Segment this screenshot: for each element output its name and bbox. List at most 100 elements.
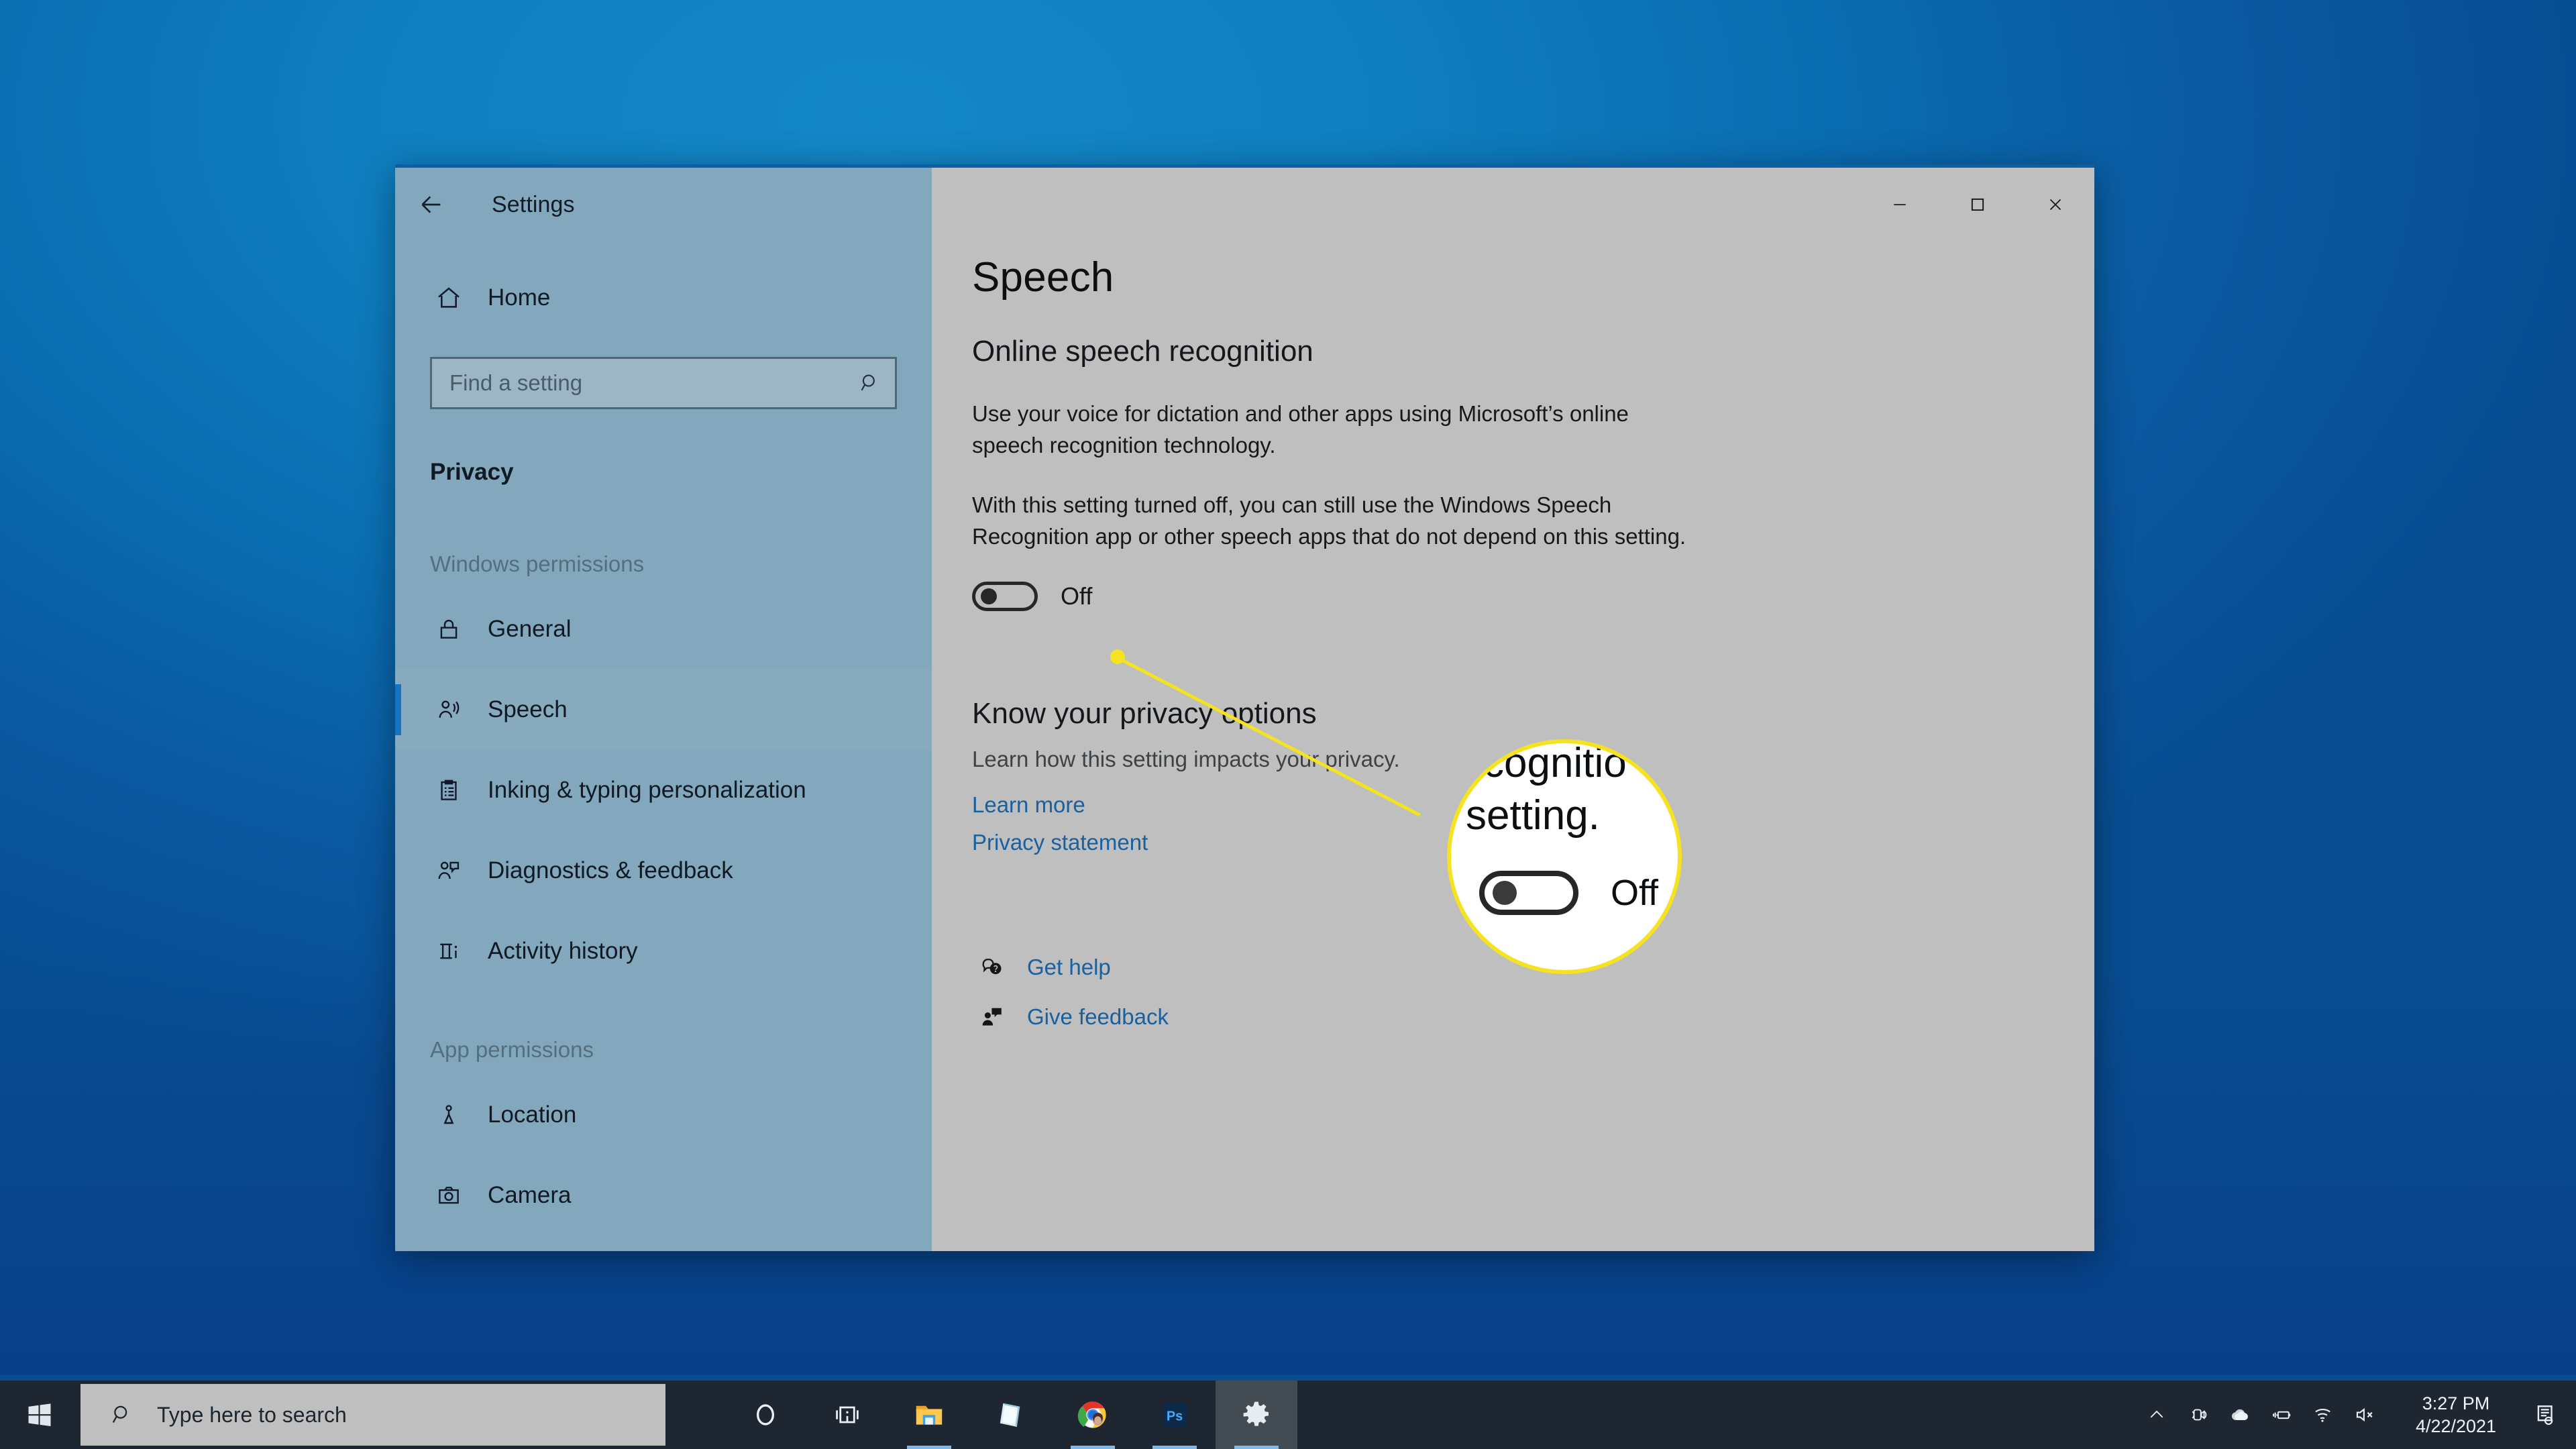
cloud-icon — [2231, 1409, 2248, 1420]
folder-icon — [916, 1405, 943, 1425]
location-icon — [430, 1102, 468, 1128]
app-running-indicator — [1234, 1446, 1279, 1449]
battery-plug-icon — [2273, 1411, 2291, 1419]
home-icon — [430, 284, 468, 311]
page-title: Speech — [972, 254, 1114, 301]
photoshop-icon: Ps — [1162, 1402, 1187, 1428]
taskbar-app-photoshop[interactable]: Ps — [1134, 1381, 1216, 1449]
volume-icon-button[interactable] — [2344, 1381, 2385, 1449]
svg-text:Ps: Ps — [1167, 1409, 1183, 1424]
window-title: Settings — [492, 191, 575, 217]
sidebar-group-heading-windows-permissions: Windows permissions — [430, 551, 645, 576]
sidebar-item-camera[interactable]: Camera — [395, 1155, 932, 1236]
chrome-icon — [1077, 1401, 1106, 1428]
clipboard-icon — [430, 777, 468, 803]
window-titlebar-left: Settings — [395, 168, 932, 241]
camera-icon — [430, 1183, 468, 1208]
sidebar-item-inking-typing-personalization[interactable]: Inking & typing personalization — [395, 750, 932, 830]
clock-time: 3:27 PM — [2422, 1393, 2490, 1413]
minimize-button[interactable] — [1861, 168, 1939, 241]
action-center-button[interactable] — [2516, 1381, 2576, 1449]
network-icon-button[interactable] — [2302, 1381, 2344, 1449]
sidebar-item-activity-history[interactable]: Activity history — [395, 911, 932, 991]
taskbar-app-cortana[interactable] — [724, 1381, 806, 1449]
description-paragraph-2: With this setting turned off, you can st… — [972, 492, 1686, 549]
toggle-state-label: Off — [1061, 582, 1093, 610]
system-tray: 3:27 PM 4/22/2021 — [2136, 1381, 2576, 1449]
footer-row-give-feedback[interactable]: Give feedback — [972, 992, 2094, 1042]
section-title-online-speech-recognition: Online speech recognition — [972, 335, 1313, 368]
footer-links: Get help Give feedback — [972, 943, 2094, 1042]
start-button[interactable] — [0, 1381, 79, 1449]
description-paragraph-1: Use your voice for dictation and other a… — [972, 401, 1629, 458]
speech-person-icon — [430, 697, 468, 722]
lock-icon — [430, 616, 468, 642]
wifi-icon — [2315, 1409, 2330, 1422]
close-icon — [2049, 199, 2061, 211]
maximize-icon — [1971, 198, 1984, 211]
sidebar-item-diagnostics-feedback[interactable]: Diagnostics & feedback — [395, 830, 932, 911]
help-balloon-icon — [972, 955, 1012, 979]
taskbar-app-settings[interactable] — [1216, 1381, 1297, 1449]
gear-icon — [1243, 1401, 1269, 1426]
privacy-options-title: Know your privacy options — [972, 697, 1317, 730]
sidebar-item-home[interactable]: Home — [395, 258, 932, 338]
sidebar-item-label-home: Home — [488, 284, 551, 311]
taskbar-task-view[interactable] — [806, 1381, 888, 1449]
link-get-help[interactable]: Get help — [1027, 955, 1111, 980]
webcam-privacy-icon-button[interactable] — [2178, 1381, 2219, 1449]
clock-date: 4/22/2021 — [2415, 1416, 2497, 1436]
toggle-knob — [981, 588, 997, 604]
chevron-up-icon — [2150, 1410, 2163, 1418]
settings-main-pane: Speech Online speech recognition Use you… — [932, 168, 2094, 1251]
sidebar-item-label-location: Location — [488, 1102, 577, 1128]
cortana-ring-icon — [756, 1404, 775, 1426]
settings-sidebar: Settings Home Privacy Windows per — [395, 168, 932, 1251]
camera-tray-icon — [2192, 1409, 2207, 1421]
taskbar-app-sticky-notes[interactable] — [970, 1381, 1052, 1449]
link-privacy-statement[interactable]: Privacy statement — [972, 830, 2094, 855]
taskbar-app-google-chrome[interactable] — [1052, 1381, 1134, 1449]
sidebar-item-location[interactable]: Location — [395, 1075, 932, 1155]
maximize-button[interactable] — [1939, 168, 2017, 241]
sidebar-search-wrap — [395, 357, 932, 409]
sidebar-item-speech[interactable]: Speech — [395, 669, 932, 750]
settings-window: Settings Home Privacy Windows per — [395, 164, 2094, 1251]
privacy-options-subtitle: Learn how this setting impacts your priv… — [972, 747, 1400, 771]
taskbar-app-file-explorer[interactable] — [888, 1381, 970, 1449]
sticky-notes-icon — [1000, 1403, 1020, 1427]
search-icon — [110, 1403, 134, 1427]
action-center-icon — [2537, 1405, 2553, 1426]
show-hidden-icons-button[interactable] — [2136, 1381, 2178, 1449]
taskbar-search-box[interactable]: Type here to search — [80, 1384, 665, 1446]
feedback-person-icon — [972, 1005, 1012, 1029]
link-learn-more[interactable]: Learn more — [972, 792, 2094, 818]
task-view-icon — [836, 1406, 859, 1424]
search-icon[interactable] — [859, 372, 881, 394]
sidebar-item-label-inking: Inking & typing personalization — [488, 777, 806, 803]
app-running-indicator — [907, 1446, 951, 1449]
onedrive-icon-button[interactable] — [2219, 1381, 2261, 1449]
app-running-indicator — [1071, 1446, 1115, 1449]
footer-row-get-help[interactable]: Get help — [972, 943, 2094, 992]
speaker-mute-icon — [2356, 1407, 2373, 1422]
taskbar: Type here to search Ps 3:27 PM 4/22/2021 — [0, 1381, 2576, 1449]
sidebar-group-heading-app-permissions: App permissions — [430, 1037, 594, 1062]
close-button[interactable] — [2017, 168, 2094, 241]
windows-logo-icon — [28, 1403, 51, 1427]
minimize-icon — [1894, 204, 1906, 205]
search-box[interactable] — [430, 357, 897, 409]
online-speech-recognition-toggle[interactable] — [972, 582, 1038, 611]
activity-history-icon — [430, 938, 468, 964]
search-input[interactable] — [449, 370, 859, 396]
sidebar-item-general[interactable]: General — [395, 589, 932, 669]
back-button[interactable] — [395, 168, 468, 241]
taskbar-clock[interactable]: 3:27 PM 4/22/2021 — [2396, 1381, 2516, 1449]
sidebar-item-label-camera: Camera — [488, 1182, 572, 1208]
taskbar-search-placeholder: Type here to search — [157, 1402, 347, 1427]
link-give-feedback[interactable]: Give feedback — [1027, 1004, 1169, 1030]
battery-icon-button[interactable] — [2261, 1381, 2302, 1449]
privacy-links: Learn more Privacy statement — [972, 792, 2094, 855]
online-speech-recognition-toggle-row: Off — [972, 582, 2094, 611]
settings-content: Speech Online speech recognition Use you… — [932, 168, 2094, 1042]
